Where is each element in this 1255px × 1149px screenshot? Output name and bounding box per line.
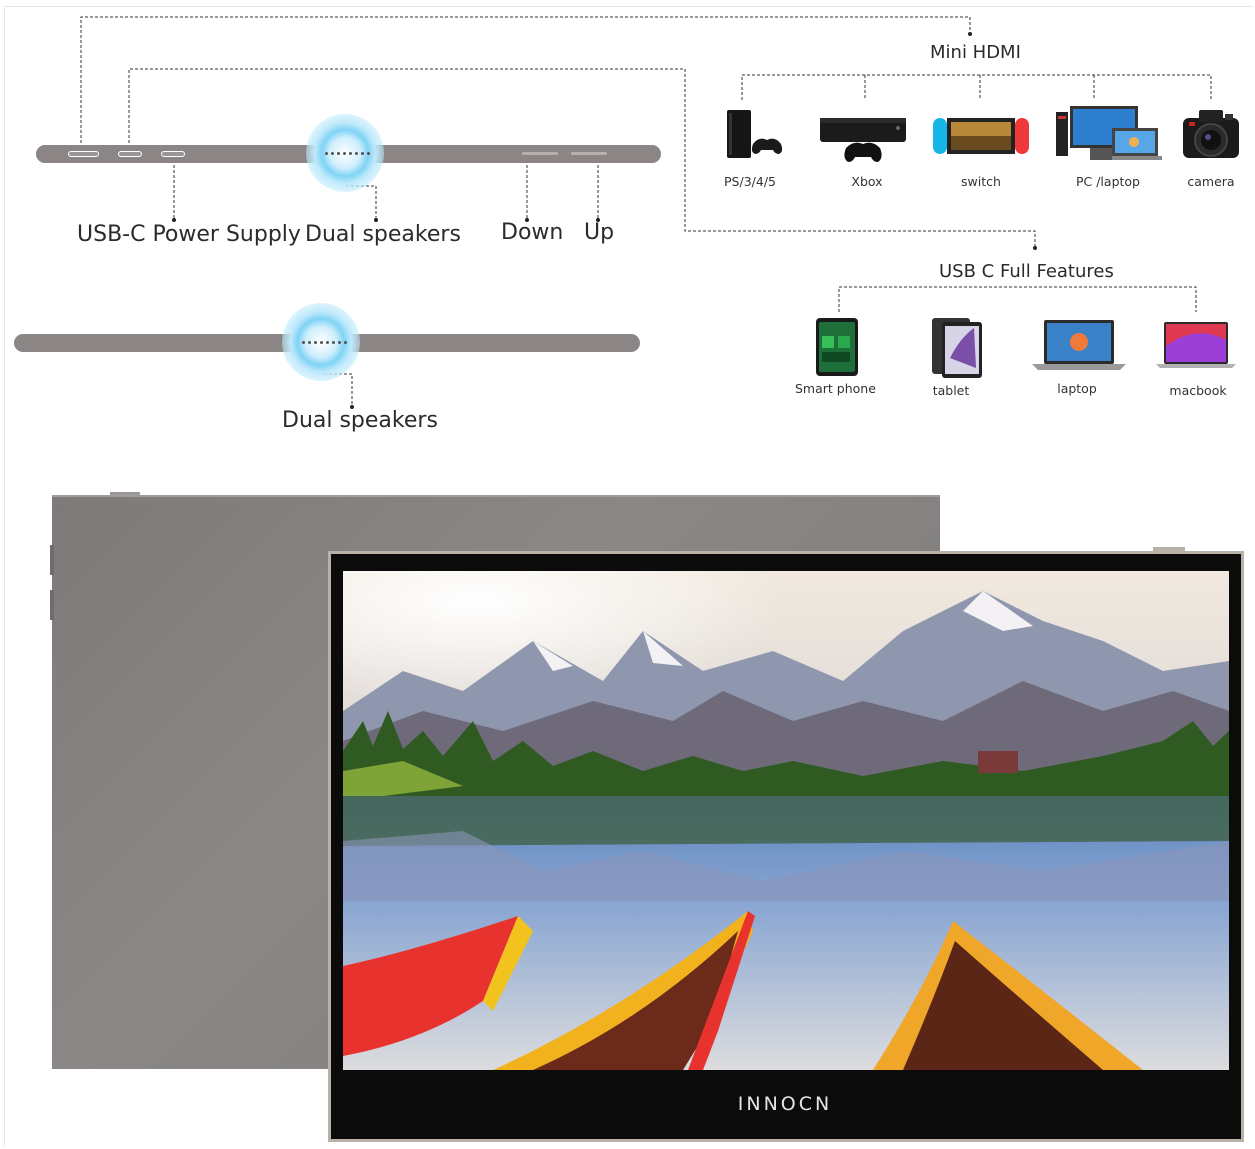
xbox-label: Xbox [851, 174, 883, 189]
macbook-icon [1156, 322, 1236, 368]
up-label: Up [584, 220, 615, 245]
usb-c-power-supply-label: USB-C Power Supply [77, 222, 301, 247]
landscape-image [343, 571, 1229, 1070]
monitor-screen [343, 571, 1229, 1070]
mini-hdmi-title: Mini HDMI [930, 42, 1021, 63]
pc-laptop-label: PC /laptop [1075, 174, 1140, 189]
nintendo-switch-icon [933, 118, 1029, 154]
playstation-icon [727, 110, 783, 158]
tablet-icon [932, 318, 982, 378]
pc-laptop-icon [1056, 106, 1162, 160]
speaker-grille-top [325, 152, 370, 155]
usb-c-port-1 [118, 151, 142, 157]
laptop-label: laptop [1057, 381, 1097, 396]
back-panel-button [110, 492, 140, 495]
dual-speakers-label-top: Dual speakers [305, 222, 461, 247]
down-button [522, 152, 558, 155]
usb-c-port-2 [161, 151, 185, 157]
camera-icon [1183, 110, 1239, 158]
smartphone-icon [816, 318, 858, 376]
tablet-label: tablet [932, 383, 970, 398]
down-label: Down [501, 220, 564, 245]
front-top-button [1153, 547, 1185, 551]
switch-label: switch [961, 174, 1001, 189]
laptop-icon [1032, 320, 1126, 370]
brand-logo: INNOCN [737, 1093, 833, 1115]
xbox-icon [820, 118, 906, 162]
camera-label: camera [1187, 174, 1235, 189]
macbook-label: macbook [1169, 383, 1227, 398]
back-panel-side-port-2 [50, 590, 54, 620]
usb-c-full-features-title: USB C Full Features [939, 261, 1114, 282]
up-button [571, 152, 607, 155]
mini-hdmi-port [68, 151, 99, 157]
back-panel-side-port [50, 545, 54, 575]
speaker-grille-bottom [302, 341, 347, 344]
smart-phone-label: Smart phone [795, 381, 876, 396]
dual-speakers-label-bottom: Dual speakers [282, 408, 438, 433]
ps-label: PS/3/4/5 [724, 174, 776, 189]
